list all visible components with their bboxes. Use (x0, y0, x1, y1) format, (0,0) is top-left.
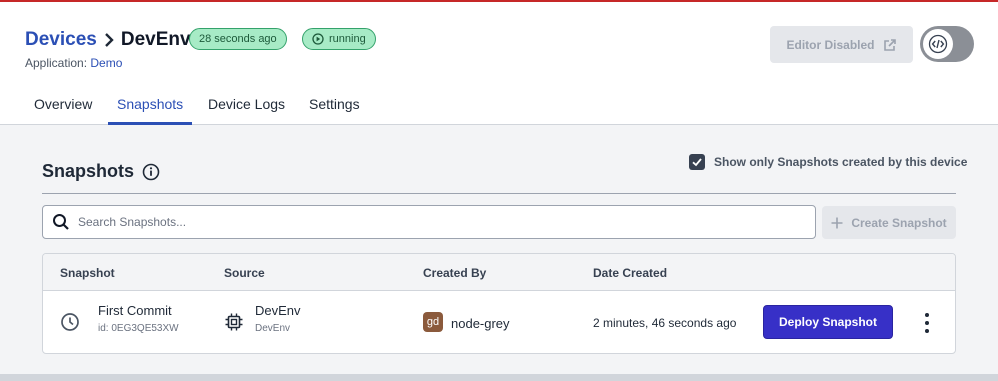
search-icon (53, 214, 69, 230)
section-divider (42, 193, 956, 194)
date-created: 2 minutes, 46 seconds ago (593, 316, 737, 330)
editor-toggle[interactable] (920, 26, 974, 62)
snapshot-id: id: 0EG3QE53XW (98, 323, 179, 334)
deploy-snapshot-button[interactable]: Deploy Snapshot (763, 305, 893, 339)
column-header-date-created: Date Created (593, 266, 668, 280)
snapshots-heading: Snapshots (42, 161, 135, 181)
snapshots-table: Snapshot Source Created By Date Created … (42, 253, 956, 354)
column-header-created-by: Created By (423, 266, 487, 280)
chip-icon (224, 312, 244, 337)
creator-avatar: gd (423, 312, 443, 332)
kebab-dot (925, 329, 929, 333)
creator-name: node-grey (451, 316, 510, 331)
play-circle-icon (312, 33, 324, 45)
tab-bar: Overview Snapshots Device Logs Settings (0, 90, 998, 125)
source-cell: DevEnv DevEnv (255, 303, 301, 334)
source-sub: DevEnv (255, 323, 291, 334)
status-badge: running (302, 28, 376, 50)
check-icon (692, 158, 702, 167)
page-header: Devices DevEnv 28 seconds ago running Ap… (0, 2, 998, 125)
bottom-scroll-edge (0, 374, 998, 381)
search-input[interactable] (78, 215, 778, 229)
snapshot-cell: First Commit id: 0EG3QE53XW (98, 303, 179, 334)
create-snapshot-label: Create Snapshot (851, 215, 947, 230)
avatar: gd (423, 312, 443, 332)
device-filter-checkbox[interactable] (689, 154, 705, 170)
search-box (42, 205, 816, 239)
snapshot-clock-icon (60, 312, 80, 337)
info-icon[interactable] (142, 163, 160, 181)
device-filter-label: Show only Snapshots created by this devi… (714, 155, 968, 169)
code-icon (928, 34, 948, 54)
source-name: DevEnv (255, 303, 301, 318)
more-options-icon[interactable] (919, 313, 935, 333)
application-label: Application: (25, 56, 88, 70)
breadcrumb: Devices DevEnv (25, 29, 191, 51)
column-header-snapshot: Snapshot (60, 266, 115, 280)
column-header-source: Source (224, 266, 265, 280)
device-filter[interactable]: Show only Snapshots created by this devi… (689, 154, 967, 170)
snapshot-name: First Commit (98, 303, 172, 318)
tab-device-logs[interactable]: Device Logs (208, 96, 285, 125)
application-link[interactable]: Demo (90, 56, 122, 70)
plus-icon (831, 217, 843, 228)
editor-disabled-button[interactable]: Editor Disabled (770, 26, 913, 63)
application-line: Application: Demo (25, 56, 122, 70)
kebab-dot (925, 321, 929, 325)
kebab-dot (925, 313, 929, 317)
tab-settings[interactable]: Settings (309, 96, 360, 125)
last-seen-text: 28 seconds ago (199, 33, 277, 45)
table-header: Snapshot Source Created By Date Created (43, 254, 955, 291)
last-seen-badge: 28 seconds ago (189, 28, 287, 50)
toggle-knob (923, 29, 953, 59)
status-text: running (329, 33, 366, 45)
tab-overview[interactable]: Overview (34, 96, 92, 125)
breadcrumb-devices-link[interactable]: Devices (25, 29, 97, 51)
chevron-right-icon (104, 33, 114, 47)
create-snapshot-button[interactable]: Create Snapshot (822, 206, 956, 239)
page-title: DevEnv (120, 29, 191, 50)
snapshots-panel: Snapshots Show only Snapshots created by… (0, 126, 998, 374)
section-title: Snapshots (42, 161, 160, 182)
editor-button-label: Editor Disabled (786, 37, 875, 52)
external-link-icon (883, 38, 896, 51)
tab-snapshots[interactable]: Snapshots (108, 96, 193, 125)
table-row: First Commit id: 0EG3QE53XW DevEnv DevEn… (43, 291, 955, 353)
